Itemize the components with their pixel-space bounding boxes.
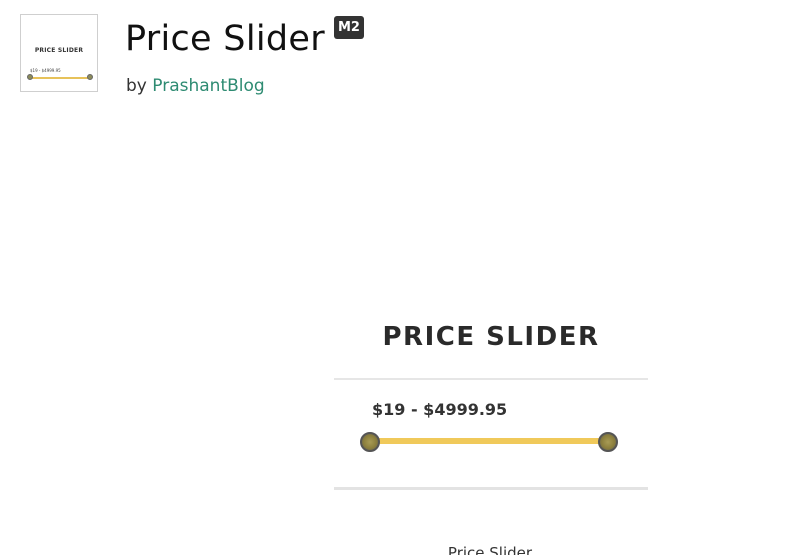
preview-title: PRICE SLIDER (382, 322, 600, 352)
thumbnail-slider-handle-min (27, 74, 33, 80)
preview-slider-handle-min (360, 432, 380, 452)
extension-thumbnail[interactable]: PRICE SLIDER $19 - $4999.95 (20, 14, 98, 92)
preview-image[interactable]: PRICE SLIDER $19 - $4999.95 (334, 300, 648, 495)
extension-page: PRICE SLIDER $19 - $4999.95 Price Slider… (0, 0, 800, 555)
page-title: Price Slider (125, 19, 325, 59)
preview-slider-handle-max (598, 432, 618, 452)
preview-slider-panel: $19 - $4999.95 (334, 378, 648, 490)
preview-slider-track (372, 438, 608, 444)
thumbnail-slider-handle-max (87, 74, 93, 80)
author-byline: by PrashantBlog (126, 76, 265, 96)
version-badge: M2 (334, 16, 364, 39)
thumbnail-range: $19 - $4999.95 (30, 68, 61, 73)
author-link[interactable]: PrashantBlog (152, 76, 264, 96)
thumbnail-slider-track (30, 77, 90, 79)
preview-price-range: $19 - $4999.95 (372, 400, 508, 419)
by-label: by (126, 76, 147, 96)
thumbnail-title: PRICE SLIDER (34, 47, 84, 54)
preview-caption: Price Slider (447, 544, 533, 555)
